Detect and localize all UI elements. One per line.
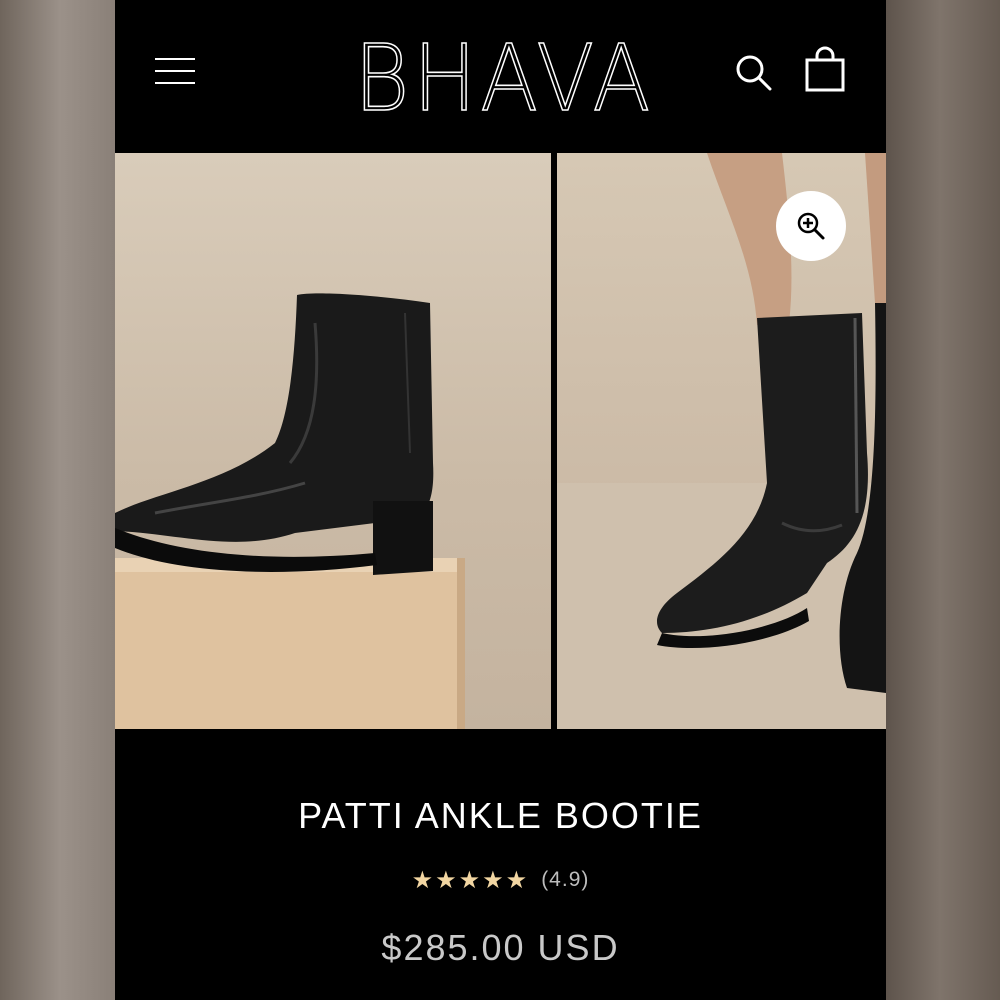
- site-header: BHAVA: [115, 0, 886, 153]
- star-icon: ★: [505, 866, 528, 894]
- menu-button[interactable]: [151, 52, 199, 90]
- search-icon: [736, 55, 772, 91]
- rating-stars: ★ ★ ★ ★ ★: [412, 868, 528, 892]
- product-rating[interactable]: ★ ★ ★ ★ ★ (4.9): [115, 865, 886, 895]
- hamburger-line: [155, 82, 195, 84]
- app-screen: BHAVA PATTI ANKLE BOOTIE ★ ★ ★ ★ ★ (4.9)…: [115, 0, 886, 1000]
- brand-logo[interactable]: BHAVA: [351, 24, 657, 133]
- shopping-bag-icon: [805, 46, 845, 92]
- zoom-in-icon: [797, 212, 825, 240]
- product-title: PATTI ANKLE BOOTIE: [298, 795, 703, 836]
- boot-on-box-illustration: [115, 293, 465, 729]
- hamburger-line: [155, 70, 195, 72]
- star-icon: ★: [482, 866, 504, 894]
- product-gallery[interactable]: [115, 153, 886, 729]
- star-icon: ★: [435, 866, 457, 894]
- product-price: $285.00 USD: [381, 927, 620, 968]
- search-button[interactable]: [733, 50, 777, 94]
- product-image-1[interactable]: [115, 153, 551, 729]
- brand-logo-wordmark: BHAVA: [353, 24, 654, 133]
- product-info: PATTI ANKLE BOOTIE ★ ★ ★ ★ ★ (4.9) $285.…: [115, 729, 886, 1000]
- hamburger-menu-icon: [155, 58, 195, 60]
- rating-value: (4.9): [541, 868, 590, 891]
- star-icon: ★: [458, 866, 481, 894]
- cart-button[interactable]: [803, 46, 847, 94]
- star-icon: ★: [411, 866, 434, 894]
- logo-text: BHAVA: [354, 26, 654, 122]
- zoom-button[interactable]: [776, 191, 846, 261]
